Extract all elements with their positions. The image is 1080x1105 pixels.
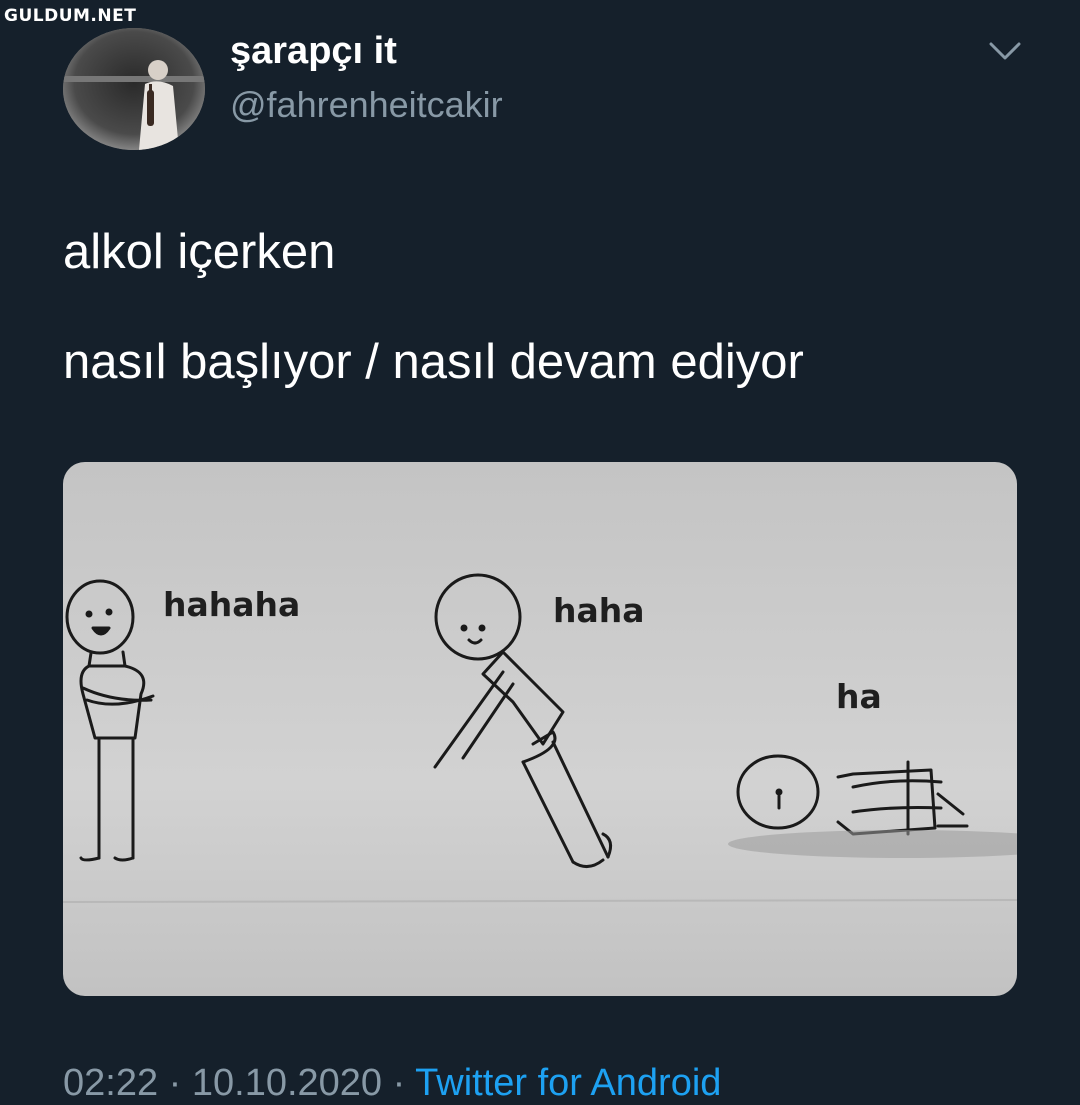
caption-second: haha: [553, 591, 645, 630]
tweet-media-image[interactable]: hahaha haha ha: [63, 462, 1017, 996]
tweet-source-link[interactable]: Twitter for Android: [415, 1062, 721, 1104]
tweet-meta: 02:22 · 10.10.2020 · Twitter for Android: [63, 1062, 721, 1105]
tweet-timestamp[interactable]: 02:22 · 10.10.2020: [63, 1062, 382, 1104]
site-watermark: GULDUM.NET: [4, 6, 137, 26]
display-name[interactable]: şarapçı it: [230, 30, 397, 73]
tweet-text-line: nasıl başlıyor / nasıl devam ediyor: [63, 335, 804, 389]
meta-separator: ·: [382, 1062, 416, 1104]
tweet-text-line: alkol içerken: [63, 225, 336, 279]
comic-drawing: hahaha haha ha: [63, 462, 1017, 996]
chevron-down-icon[interactable]: [988, 40, 1022, 62]
avatar-photo: [63, 28, 205, 150]
caption-first: hahaha: [163, 585, 300, 624]
avatar[interactable]: [63, 28, 205, 150]
user-handle[interactable]: @fahrenheitcakir: [230, 84, 503, 126]
caption-third: ha: [836, 677, 882, 716]
